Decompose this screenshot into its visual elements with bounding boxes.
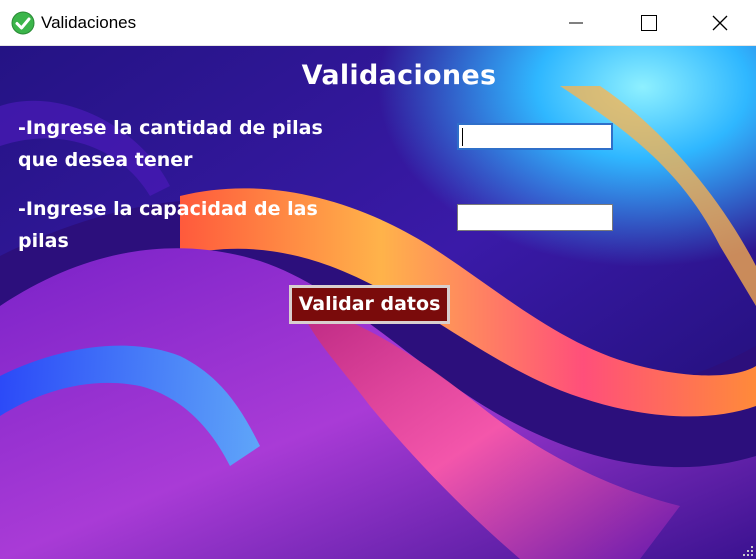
validate-button[interactable]: Validar datos — [289, 285, 450, 324]
form-panel: Validaciones -Ingrese la cantidad de pil… — [0, 46, 756, 559]
pilas-cantidad-input[interactable] — [457, 123, 613, 150]
pilas-capacidad-label: -Ingrese la capacidad de las pilas — [18, 198, 318, 252]
pilas-cantidad-label: -Ingrese la cantidad de pilas que desea … — [18, 117, 323, 171]
title-bar[interactable]: Validaciones — [0, 0, 756, 46]
resize-grip-icon[interactable] — [742, 545, 754, 557]
text-caret — [462, 128, 463, 146]
pilas-capacidad-input[interactable] — [457, 204, 613, 231]
window-title: Validaciones — [41, 13, 137, 32]
minimize-button[interactable] — [548, 0, 604, 45]
form-heading: Validaciones — [301, 60, 497, 91]
close-button[interactable] — [692, 0, 748, 45]
close-icon — [712, 15, 728, 30]
green-check-icon — [11, 11, 35, 35]
maximize-button[interactable] — [621, 0, 677, 45]
minimize-icon — [569, 22, 583, 23]
maximize-icon — [641, 14, 657, 31]
